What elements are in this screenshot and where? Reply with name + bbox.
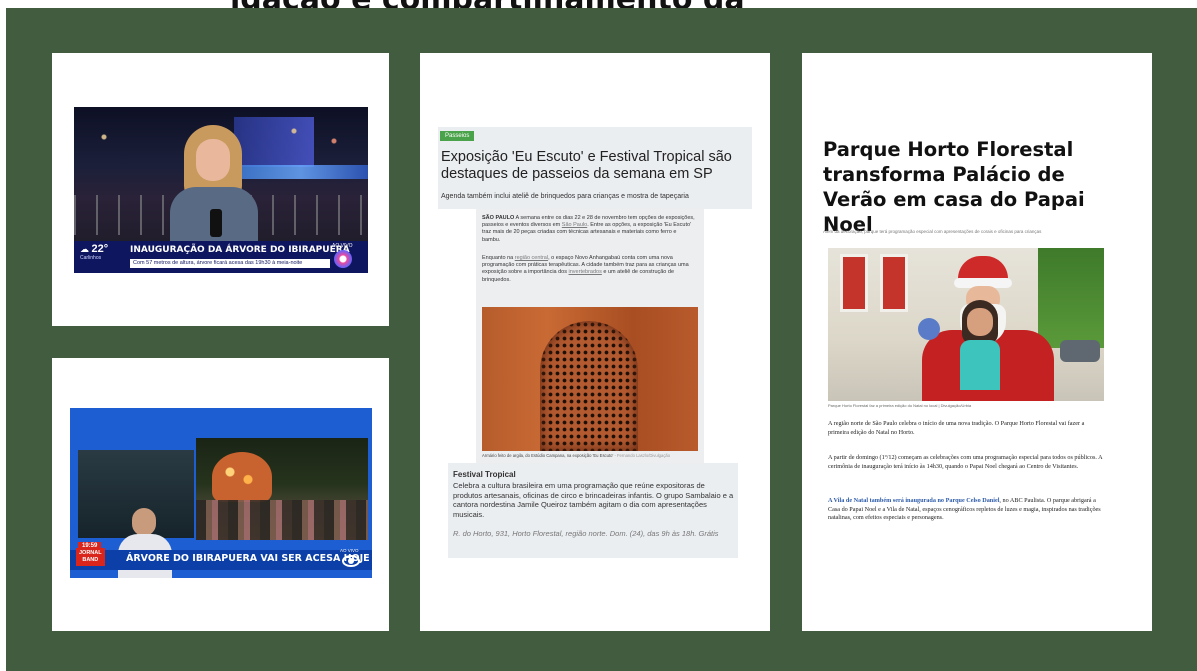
festival-body: Celebra a cultura brasileira em uma prog…: [453, 481, 734, 519]
link-regiao-central[interactable]: região central: [515, 255, 548, 261]
link-sao-paulo[interactable]: São Paulo: [562, 222, 587, 228]
logo-line-1: JORNAL: [79, 550, 102, 556]
clay-cabinet: [540, 321, 638, 451]
caption-text: Armário feito de argila, do Estúdio Camp…: [482, 453, 614, 458]
palace-window: [880, 254, 908, 312]
article-title: Parque Horto Florestal transforma Paláci…: [823, 138, 1085, 236]
link-vila-de-natal[interactable]: A Vila de Natal também será inaugurada n…: [828, 497, 999, 504]
section-tag[interactable]: Passeios: [440, 131, 475, 141]
festival-address: R. do Horto, 931, Horto Florestal, regiã…: [453, 529, 719, 538]
temperature: 22°: [91, 243, 109, 255]
tv-globo-subtitle: Com 57 metros de altura, árvore ficará a…: [130, 259, 330, 268]
paragraph-2: Enquanto na região central, o espaço Nov…: [482, 255, 696, 284]
article-subtitle: Além da decoração, parque terá programaç…: [823, 229, 1042, 234]
link-invertebrados[interactable]: invertebrados: [569, 269, 602, 275]
tv-globo-headline: INAUGURAÇÃO DA ÁRVORE DO IBIRAPUERA: [130, 245, 350, 255]
paragraph-2: A partir de domingo (1º/12) começam as c…: [828, 454, 1103, 470]
park-camera: [196, 438, 368, 540]
slide-title: igação e compartilhamento da: [230, 0, 745, 8]
article-photo: [482, 307, 698, 451]
photo-caption: Armário feito de argila, do Estúdio Camp…: [482, 453, 698, 458]
tv-band-headline: ÁRVORE DO IBIRAPUERA VAI SER ACESA HOJE: [126, 553, 370, 564]
paragraph-text: Enquanto na: [482, 255, 515, 261]
santa-glove: [918, 318, 940, 340]
reporter-camera: [78, 450, 194, 578]
christmas-tree-lights: [212, 452, 272, 502]
paragraph-3: A Vila de Natal também será inaugurada n…: [828, 497, 1104, 523]
paragraph-1: SÃO PAULO A semana entre os dias 22 e 28…: [482, 215, 696, 244]
tv-globo-card: ☁ 22° Carlinhos INAUGURAÇÃO DA ÁRVORE DO…: [52, 53, 389, 326]
article-header: Passeios Exposição 'Eu Escuto' e Festiva…: [438, 127, 752, 209]
article-subtitle: Agenda também inclui ateliê de brinquedo…: [441, 193, 689, 200]
logo-line-2: BAND: [82, 557, 99, 563]
palace-window: [840, 254, 868, 312]
article-horto-card: Parque Horto Florestal transforma Paláci…: [802, 53, 1152, 631]
reporter-figure: [166, 125, 262, 247]
slide-board: ☁ 22° Carlinhos INAUGURAÇÃO DA ÁRVORE DO…: [6, 8, 1197, 671]
tv-band-frame: 19:59 JORNAL BAND ÁRVORE DO IBIRAPUERA V…: [70, 408, 372, 578]
crowd: [196, 500, 368, 540]
live-label: AO VIVO: [332, 243, 353, 249]
dateline: SÃO PAULO: [482, 215, 515, 221]
child-dress: [960, 340, 1000, 390]
festival-box: Festival Tropical Celebra a cultura bras…: [448, 463, 738, 558]
caption-credit: - Fernando Laszlo/Divulgação: [614, 453, 671, 458]
weather-widget: ☁ 22° Carlinhos: [80, 243, 126, 269]
article-passeios-card: Passeios Exposição 'Eu Escuto' e Festiva…: [420, 53, 770, 631]
top-strip: igação e compartilhamento da: [0, 0, 1197, 8]
jornal-band-logo: JORNAL BAND: [76, 548, 105, 566]
live-label: AO VIVO: [340, 548, 359, 553]
globo-logo-icon: [334, 250, 352, 268]
article-body: SÃO PAULO A semana entre os dias 22 e 28…: [476, 209, 704, 463]
reporter-head: [132, 508, 156, 536]
festival-title: Festival Tropical: [453, 470, 516, 479]
band-logo-icon: [342, 555, 360, 567]
paragraph-1: A região norte de São Paulo celebra o in…: [828, 420, 1085, 436]
reporter-face: [196, 139, 230, 181]
car: [1060, 340, 1100, 362]
photo-caption: Parque Horto Florestal faz a primeira ed…: [828, 403, 972, 408]
child-figure: [956, 300, 1004, 390]
cloud-icon: ☁: [80, 244, 89, 254]
child-face: [967, 308, 993, 336]
tv-globo-frame: ☁ 22° Carlinhos INAUGURAÇÃO DA ÁRVORE DO…: [74, 107, 368, 273]
tv-band-card: 19:59 JORNAL BAND ÁRVORE DO IBIRAPUERA V…: [52, 358, 389, 631]
article-title: Exposição 'Eu Escuto' e Festival Tropica…: [441, 149, 732, 182]
microphone-icon: [210, 209, 222, 237]
article-photo: [828, 248, 1104, 401]
weather-city: Carlinhos: [80, 255, 102, 261]
